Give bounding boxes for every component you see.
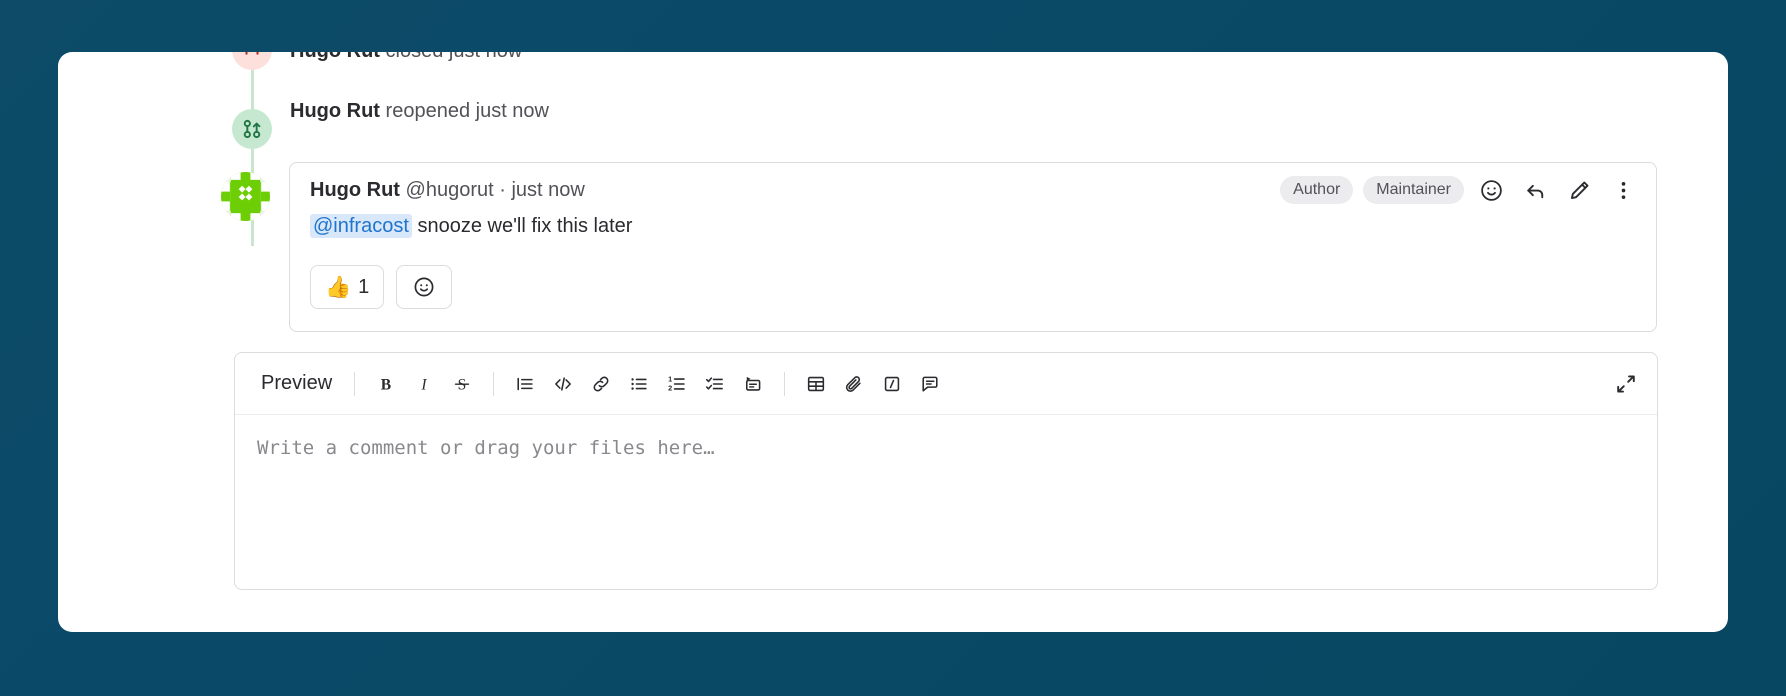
toolbar-divider	[354, 371, 356, 396]
comment-input[interactable]: Write a comment or drag your files here…	[235, 415, 1657, 481]
toolbar-divider-3	[784, 371, 786, 396]
thumbsup-emoji-icon: 👍	[325, 275, 352, 299]
editor-toolbar: Preview B I S 1 2	[235, 353, 1657, 415]
timeline-icon-reopened	[232, 109, 272, 149]
comment-template-icon[interactable]	[911, 365, 949, 403]
strikethrough-icon[interactable]: S	[443, 365, 481, 403]
thumbsup-reaction-count: 1	[358, 275, 370, 298]
toolbar-divider-2	[493, 371, 495, 396]
comment-author-name[interactable]: Hugo Rut	[310, 179, 400, 201]
table-icon[interactable]	[797, 365, 835, 403]
window-inner: Hugo Rut closed just now Hugo Rut reopen…	[58, 52, 1728, 632]
timeline-row-closed: Hugo Rut closed just now	[290, 52, 522, 63]
add-reaction-button[interactable]	[396, 265, 453, 309]
comment-body: @infracost snooze we'll fix this later	[290, 207, 1656, 241]
svg-text:S: S	[458, 376, 467, 393]
comment-separator: ·	[499, 178, 506, 201]
svg-text:B: B	[381, 376, 391, 393]
svg-text:2: 2	[668, 383, 672, 392]
timeline-icon-closed	[232, 52, 272, 70]
comment-text: snooze we'll fix this later	[411, 215, 633, 237]
content-window: Hugo Rut closed just now Hugo Rut reopen…	[58, 52, 1728, 632]
comment-author-handle[interactable]: @hugorut	[406, 179, 494, 201]
attachment-icon[interactable]	[835, 365, 873, 403]
indent-collapsible-icon[interactable]	[734, 365, 772, 403]
timeline-actor-reopened: Hugo Rut	[290, 100, 380, 122]
user-avatar-identicon[interactable]	[221, 172, 270, 221]
bullet-list-icon[interactable]	[620, 365, 658, 403]
comment-header-actions: Author Maintainer	[1280, 173, 1640, 207]
comment-input-placeholder: Write a comment or drag your files here…	[257, 437, 715, 459]
status-badge-author: Author	[1280, 176, 1354, 204]
user-mention-link[interactable]: @infracost	[310, 214, 412, 238]
bold-icon[interactable]: B	[367, 365, 405, 403]
link-icon[interactable]	[582, 365, 620, 403]
thumbsup-reaction-button[interactable]: 👍 1	[310, 265, 385, 309]
screen: Hugo Rut closed just now Hugo Rut reopen…	[0, 0, 1786, 696]
status-badge-maintainer: Maintainer	[1363, 176, 1464, 204]
expand-fullscreen-icon[interactable]	[1607, 365, 1645, 403]
add-reaction-icon[interactable]	[1474, 173, 1508, 207]
comment-card: Hugo Rut @hugorut · just now Author Main…	[289, 162, 1657, 332]
more-actions-kebab-icon[interactable]	[1606, 173, 1640, 207]
code-icon[interactable]	[544, 365, 582, 403]
comment-timestamp[interactable]: just now	[511, 179, 584, 201]
svg-text:1: 1	[668, 374, 672, 383]
timeline-action-reopened: reopened just now	[385, 100, 549, 122]
numbered-list-icon[interactable]: 1 2	[658, 365, 696, 403]
edit-pencil-icon[interactable]	[1562, 173, 1596, 207]
quick-actions-icon[interactable]	[873, 365, 911, 403]
timeline-action-closed: closed just now	[386, 52, 523, 62]
task-list-icon[interactable]	[696, 365, 734, 403]
timeline-row-reopened: Hugo Rut reopened just now	[290, 100, 549, 123]
comment-editor: Preview B I S 1 2 Write a comment or dra…	[234, 352, 1658, 590]
blockquote-icon[interactable]	[506, 365, 544, 403]
timeline-actor-closed: Hugo Rut	[290, 52, 380, 62]
comment-header: Hugo Rut @hugorut · just now Author Main…	[290, 163, 1656, 207]
tab-preview[interactable]: Preview	[251, 368, 342, 399]
svg-text:I: I	[421, 376, 428, 393]
comment-author-line: Hugo Rut @hugorut · just now	[310, 179, 585, 202]
italic-icon[interactable]: I	[405, 365, 443, 403]
reply-icon[interactable]	[1518, 173, 1552, 207]
reactions-row: 👍 1	[290, 241, 1656, 331]
